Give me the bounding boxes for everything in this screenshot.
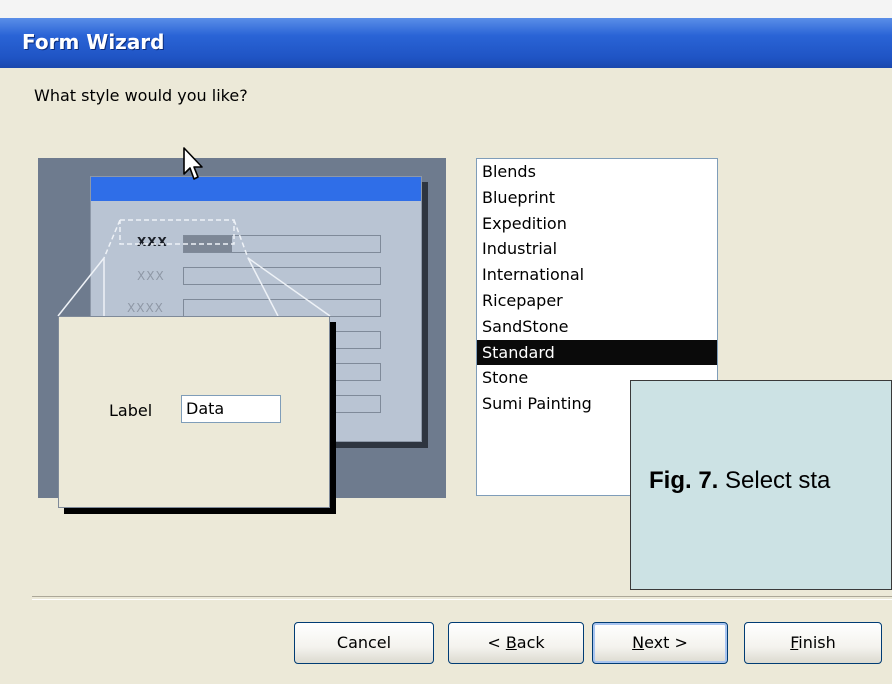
cancel-button-label: Cancel xyxy=(336,633,392,652)
next-button-mnemonic: N xyxy=(632,633,645,652)
preview-front-form: Label Data xyxy=(58,316,330,508)
style-list-item[interactable]: Expedition xyxy=(477,211,717,237)
next-button-rest: ext > xyxy=(644,633,688,652)
figure-caption-text: Select sta xyxy=(718,467,831,494)
style-list-item[interactable]: Industrial xyxy=(477,236,717,262)
background-strip xyxy=(0,0,892,18)
style-list-item[interactable]: SandStone xyxy=(477,314,717,340)
style-list-item[interactable]: Ricepaper xyxy=(477,288,717,314)
finish-button[interactable]: Finish xyxy=(744,622,882,664)
preview-label-text: Label xyxy=(109,401,153,420)
finish-button-rest: inish xyxy=(798,633,836,652)
style-list-item[interactable]: Blueprint xyxy=(477,185,717,211)
figure-caption: Fig. 7. Select sta xyxy=(649,467,830,495)
button-separator xyxy=(32,596,892,600)
cancel-button[interactable]: Cancel xyxy=(294,622,434,664)
back-button-prefix: < xyxy=(487,633,506,652)
next-button[interactable]: Next > xyxy=(592,622,728,664)
style-list-item[interactable]: Blends xyxy=(477,159,717,185)
back-button-mnemonic: B xyxy=(505,633,517,652)
preview-data-field: Data xyxy=(181,395,281,423)
style-list-item[interactable]: Standard xyxy=(477,339,717,366)
window-title: Form Wizard xyxy=(22,30,165,54)
mouse-pointer-icon xyxy=(183,147,203,180)
style-list-item[interactable]: International xyxy=(477,262,717,288)
figure-number: Fig. 7. xyxy=(649,467,719,494)
back-button[interactable]: < Back xyxy=(448,622,584,664)
style-question: What style would you like? xyxy=(34,86,248,105)
form-wizard-window: Form Wizard What style would you like? X… xyxy=(0,0,892,684)
back-button-rest: ack xyxy=(516,633,545,652)
figure-caption-box: Fig. 7. Select sta xyxy=(630,380,892,590)
